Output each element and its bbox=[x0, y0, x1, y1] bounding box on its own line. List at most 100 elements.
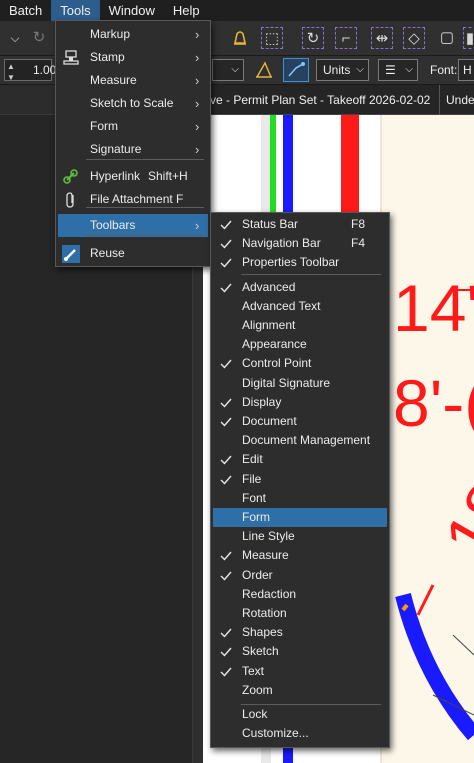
menu-item-label: Rotation bbox=[242, 606, 287, 620]
toolbars-item-rotation[interactable]: Rotation bbox=[213, 604, 387, 623]
zoom-stepper[interactable]: ▲ ▼ 1.00 bbox=[4, 59, 56, 82]
tools-menu-item-measure[interactable]: Measure › bbox=[58, 69, 208, 92]
menu-item-label: Markup bbox=[90, 27, 131, 41]
select-rectangle-icon[interactable]: ⬚ bbox=[261, 27, 283, 49]
toolbars-item-shapes[interactable]: Shapes bbox=[213, 623, 387, 642]
toolbars-item-navigation-bar[interactable]: Navigation Bar F4 bbox=[213, 234, 387, 253]
line-style-select[interactable]: ⌵ bbox=[212, 59, 244, 81]
menu-item-label: Customize... bbox=[242, 726, 309, 740]
area-icon[interactable]: ▢ bbox=[436, 27, 458, 49]
toolbars-item-zoom[interactable]: Zoom bbox=[213, 681, 387, 700]
menu-separator bbox=[86, 207, 204, 208]
toolbars-item-status-bar[interactable]: Status Bar F8 bbox=[213, 215, 387, 234]
document-tab[interactable]: ve - Permit Plan Set - Takeoff 2026-02-0… bbox=[210, 85, 430, 115]
toolbars-item-text[interactable]: Text bbox=[213, 662, 387, 681]
tools-menu-item-reuse[interactable]: Reuse bbox=[58, 242, 208, 265]
menu-item-label: Advanced Text bbox=[242, 299, 321, 313]
tools-menu-item-markup[interactable]: Markup › bbox=[58, 23, 208, 46]
toolbars-item-advanced-text[interactable]: Advanced Text bbox=[213, 297, 387, 316]
tools-menu-item-stamp[interactable]: Stamp › bbox=[58, 46, 208, 69]
checkmark-icon bbox=[218, 468, 234, 491]
menu-item-label: Alignment bbox=[242, 318, 296, 332]
dimension-icon[interactable]: ⇹ bbox=[371, 27, 393, 49]
menu-item-label: Measure bbox=[90, 73, 137, 87]
toolbars-item-file[interactable]: File bbox=[213, 470, 387, 489]
chevron-right-icon: › bbox=[195, 96, 200, 111]
tools-menu-item-sketch-to-scale[interactable]: Sketch to Scale › bbox=[58, 92, 208, 115]
menu-item-label: Order bbox=[242, 568, 273, 582]
polygon-icon[interactable]: ◇ bbox=[403, 27, 425, 49]
toolbars-item-digital-signature[interactable]: Digital Signature bbox=[213, 374, 387, 393]
toolbars-item-edit[interactable]: Edit bbox=[213, 450, 387, 469]
menu-item-label: File bbox=[242, 472, 262, 486]
toolbars-item-appearance[interactable]: Appearance bbox=[213, 335, 387, 354]
align-lines-icon: ☰ bbox=[385, 63, 396, 77]
menu-item-shortcut: F8 bbox=[351, 217, 366, 231]
dimension-text-1: 14' bbox=[393, 271, 474, 345]
menu-separator bbox=[86, 159, 204, 160]
menu-item-label: Shapes bbox=[242, 625, 283, 639]
tools-menu-item-form[interactable]: Form › bbox=[58, 115, 208, 138]
checkmark-icon bbox=[218, 251, 234, 274]
snap-tool-button[interactable] bbox=[283, 58, 309, 82]
menu-item-label: Signature bbox=[90, 142, 142, 156]
toolbars-item-display[interactable]: Display bbox=[213, 393, 387, 412]
menu-batch[interactable]: Batch bbox=[0, 0, 51, 21]
tools-menu-item-signature[interactable]: Signature › bbox=[58, 138, 208, 161]
menu-item-label: Form bbox=[242, 510, 270, 524]
units-label: Units bbox=[323, 63, 351, 77]
menu-item-label: Advanced bbox=[242, 280, 296, 294]
menu-item-label: Document bbox=[242, 414, 297, 428]
menu-separator bbox=[86, 235, 204, 236]
tools-menu-item-toolbars[interactable]: Toolbars › bbox=[58, 214, 208, 237]
toolbars-item-document-management[interactable]: Document Management bbox=[213, 431, 387, 450]
toolbars-item-alignment[interactable]: Alignment bbox=[213, 316, 387, 335]
toolbars-item-properties-toolbar[interactable]: Properties Toolbar bbox=[213, 253, 387, 272]
redo-icon[interactable]: ↻ bbox=[28, 27, 50, 49]
checkmark-icon bbox=[218, 410, 234, 433]
toolbars-item-control-point[interactable]: Control Point bbox=[213, 354, 387, 373]
document-tab-2[interactable]: Under bbox=[439, 85, 474, 115]
chevron-right-icon: › bbox=[195, 142, 200, 157]
font-label: Font: bbox=[430, 63, 458, 77]
toolbars-item-line-style[interactable]: Line Style bbox=[213, 527, 387, 546]
font-select[interactable]: H bbox=[458, 59, 474, 81]
units-select[interactable]: Units ⌵ bbox=[316, 59, 369, 81]
toolbars-item-document[interactable]: Document bbox=[213, 412, 387, 431]
toolbars-item-sketch[interactable]: Sketch bbox=[213, 642, 387, 661]
tools-menu-item-hyperlink[interactable]: Hyperlink Shift+H bbox=[58, 165, 208, 188]
menu-separator bbox=[241, 274, 381, 275]
toolbars-item-customize-[interactable]: Customize... bbox=[213, 724, 387, 743]
checkmark-icon bbox=[218, 276, 234, 299]
rotate-icon[interactable]: ↻ bbox=[302, 27, 324, 49]
toolbars-item-measure[interactable]: Measure bbox=[213, 546, 387, 565]
menu-item-label: Zoom bbox=[242, 683, 273, 697]
toolbars-item-redaction[interactable]: Redaction bbox=[213, 585, 387, 604]
menu-item-label: Font bbox=[242, 491, 267, 505]
menu-item-label: Redaction bbox=[242, 587, 297, 601]
text-align-select[interactable]: ☰ ⌵ bbox=[378, 59, 418, 81]
highlight-bell-icon[interactable] bbox=[229, 27, 251, 49]
toolbars-item-font[interactable]: Font bbox=[213, 489, 387, 508]
menu-item-label: Control Point bbox=[242, 356, 312, 370]
toolbars-item-lock[interactable]: Lock bbox=[213, 705, 387, 724]
undo-dropdown-icon[interactable]: ⌵ bbox=[4, 27, 26, 49]
toolbars-item-form[interactable]: Form bbox=[213, 508, 387, 527]
zoom-value: 1.00 bbox=[33, 63, 57, 77]
toolbars-item-order[interactable]: Order bbox=[213, 566, 387, 585]
more-tools-icon[interactable]: ▮ bbox=[463, 27, 474, 49]
menu-window[interactable]: Window bbox=[100, 0, 164, 21]
toolbars-item-advanced[interactable]: Advanced bbox=[213, 278, 387, 297]
crop-icon[interactable]: ⌐ bbox=[335, 27, 357, 49]
checkmark-icon bbox=[218, 352, 234, 375]
menu-help[interactable]: Help bbox=[164, 0, 209, 21]
font-value: H bbox=[463, 63, 472, 77]
chevron-right-icon: › bbox=[195, 73, 200, 88]
menu-item-label: Display bbox=[242, 395, 282, 409]
chevron-right-icon: › bbox=[195, 119, 200, 134]
checkmark-icon bbox=[218, 660, 234, 683]
menu-item-label: Sketch to Scale bbox=[90, 96, 174, 110]
menu-tools[interactable]: Tools bbox=[51, 0, 100, 21]
calibrate-icon[interactable] bbox=[253, 59, 275, 81]
menu-item-label: Digital Signature bbox=[242, 376, 331, 390]
